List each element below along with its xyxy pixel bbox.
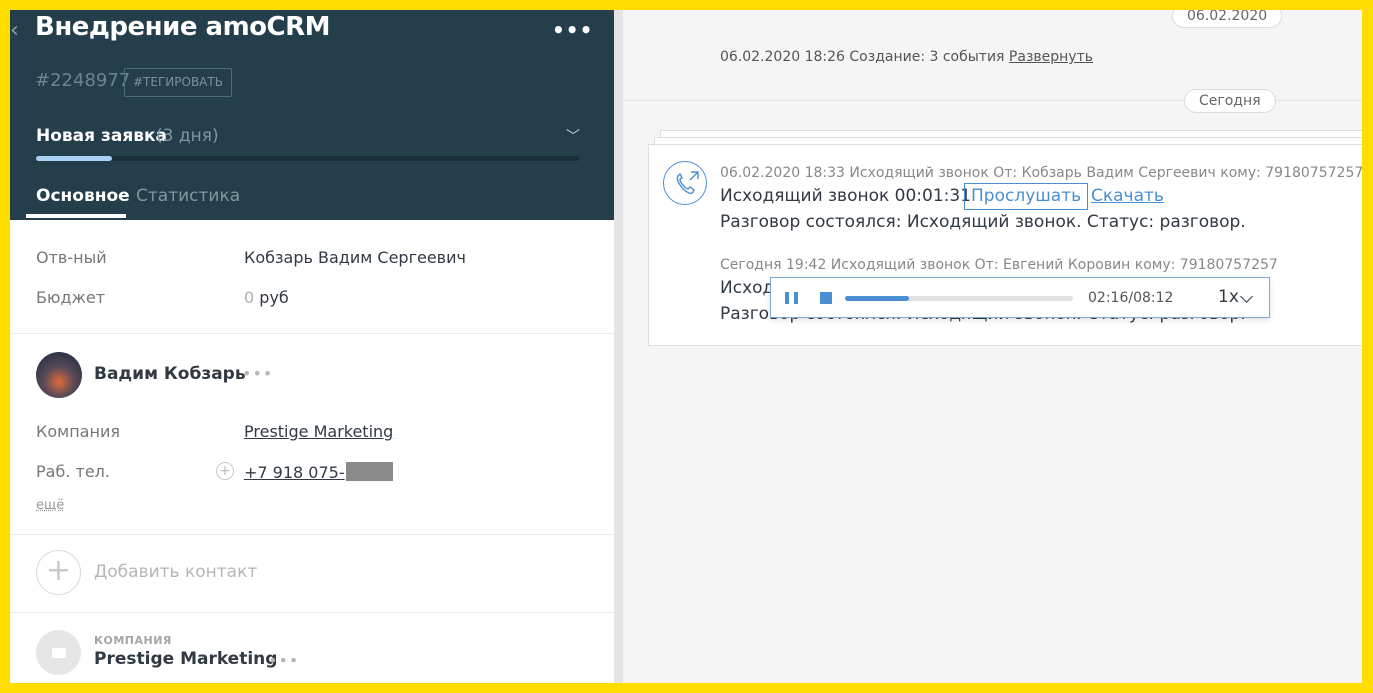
event-feed: 06.02.2020 06.02.2020 18:26 Создание: 3 … [623, 10, 1362, 683]
divider [10, 534, 614, 535]
back-arrow-icon[interactable]: ‹ [10, 18, 19, 43]
speed-selector[interactable]: 1x [1218, 287, 1239, 307]
playback-progress [845, 296, 909, 301]
company-name[interactable]: Prestige Marketing [94, 649, 277, 669]
lead-header: ‹ Внедрение amoCRM ••• #2248977 #ТЕГИРОВ… [10, 10, 614, 220]
stage-progress-fill [36, 156, 113, 161]
playback-time: 02:16/08:12 [1088, 290, 1173, 306]
event-title: Исход [720, 278, 775, 298]
stop-icon[interactable] [820, 292, 832, 304]
elapsed-time: 02:16 [1088, 290, 1129, 306]
stage-duration: (3 дня) [156, 126, 219, 146]
responsible-label: Отв-ный [36, 248, 107, 267]
pause-icon[interactable] [784, 292, 800, 304]
company-icon[interactable] [36, 630, 81, 675]
active-tab-indicator [26, 214, 126, 218]
company-caption: КОМПАНИЯ [94, 634, 172, 647]
listen-button[interactable]: Прослушать [964, 183, 1089, 210]
tab-statistics[interactable]: Статистика [136, 186, 240, 206]
today-separator: Сегодня [1184, 89, 1276, 113]
stage-progress-bar [36, 156, 579, 161]
download-link[interactable]: Скачать [1091, 186, 1164, 206]
lead-id: #2248977 [35, 70, 131, 91]
event-meta: Сегодня 19:42 Исходящий звонок От: Евген… [720, 257, 1278, 273]
budget-currency: руб [259, 288, 289, 307]
phone-link[interactable]: +7 918 075- [244, 463, 345, 482]
app-frame: ‹ Внедрение amoCRM ••• #2248977 #ТЕГИРОВ… [10, 10, 1362, 683]
lead-title[interactable]: Внедрение amoCRM [35, 12, 331, 42]
call-events-card: 06.02.2020 18:33 Исходящий звонок От: Ко… [648, 144, 1362, 346]
more-link[interactable]: ещё [36, 498, 64, 513]
phone-label: Раб. тел. [36, 462, 110, 481]
panel-divider [614, 10, 623, 683]
event-result: Разговор состоялся: Исходящий звонок. Ст… [720, 212, 1246, 232]
company-more-icon[interactable]: ••• [268, 651, 299, 670]
date-separator: 06.02.2020 [1172, 10, 1283, 28]
budget-field[interactable]: 0 руб [244, 288, 289, 307]
phone-redaction [345, 462, 393, 481]
event-meta: 06.02.2020 18:33 Исходящий звонок От: Ко… [720, 165, 1362, 181]
add-contact-icon[interactable]: + [36, 550, 81, 595]
more-menu-icon[interactable]: ••• [552, 18, 593, 42]
phone-field[interactable]: +7 918 075- [244, 462, 393, 482]
chevron-down-icon[interactable] [1240, 290, 1253, 303]
chevron-down-icon[interactable]: ﹀ [566, 126, 580, 146]
divider [10, 612, 614, 613]
audio-player: 02:16/08:12 1x [770, 277, 1270, 318]
company-link[interactable]: Prestige Marketing [244, 422, 393, 441]
contact-more-icon[interactable]: ••• [242, 364, 273, 383]
pipeline-stage[interactable]: Новая заявка [36, 126, 167, 146]
company-label: Компания [36, 422, 120, 441]
divider [10, 333, 614, 334]
outgoing-call-icon [663, 161, 707, 205]
contact-name[interactable]: Вадим Кобзарь [94, 364, 246, 384]
created-text: 06.02.2020 18:26 Создание: 3 события [720, 49, 1005, 65]
budget-label: Бюджет [36, 288, 106, 307]
budget-amount: 0 [244, 288, 255, 307]
created-events-line: 06.02.2020 18:26 Создание: 3 события Раз… [720, 49, 1093, 65]
playback-slider[interactable] [845, 296, 1073, 301]
responsible-value[interactable]: Кобзарь Вадим Сергеевич [244, 248, 466, 267]
lead-card-panel: ‹ Внедрение amoCRM ••• #2248977 #ТЕГИРОВ… [10, 10, 614, 683]
avatar[interactable] [36, 352, 82, 398]
tab-main[interactable]: Основное [36, 186, 130, 206]
total-time: /08:12 [1128, 290, 1174, 306]
plus-icon[interactable]: + [216, 462, 234, 480]
event-title: Исходящий звонок 00:01:31 [720, 186, 972, 206]
add-contact-button[interactable]: Добавить контакт [94, 562, 257, 582]
tag-button[interactable]: #ТЕГИРОВАТЬ [124, 68, 232, 97]
expand-link[interactable]: Развернуть [1009, 49, 1093, 65]
